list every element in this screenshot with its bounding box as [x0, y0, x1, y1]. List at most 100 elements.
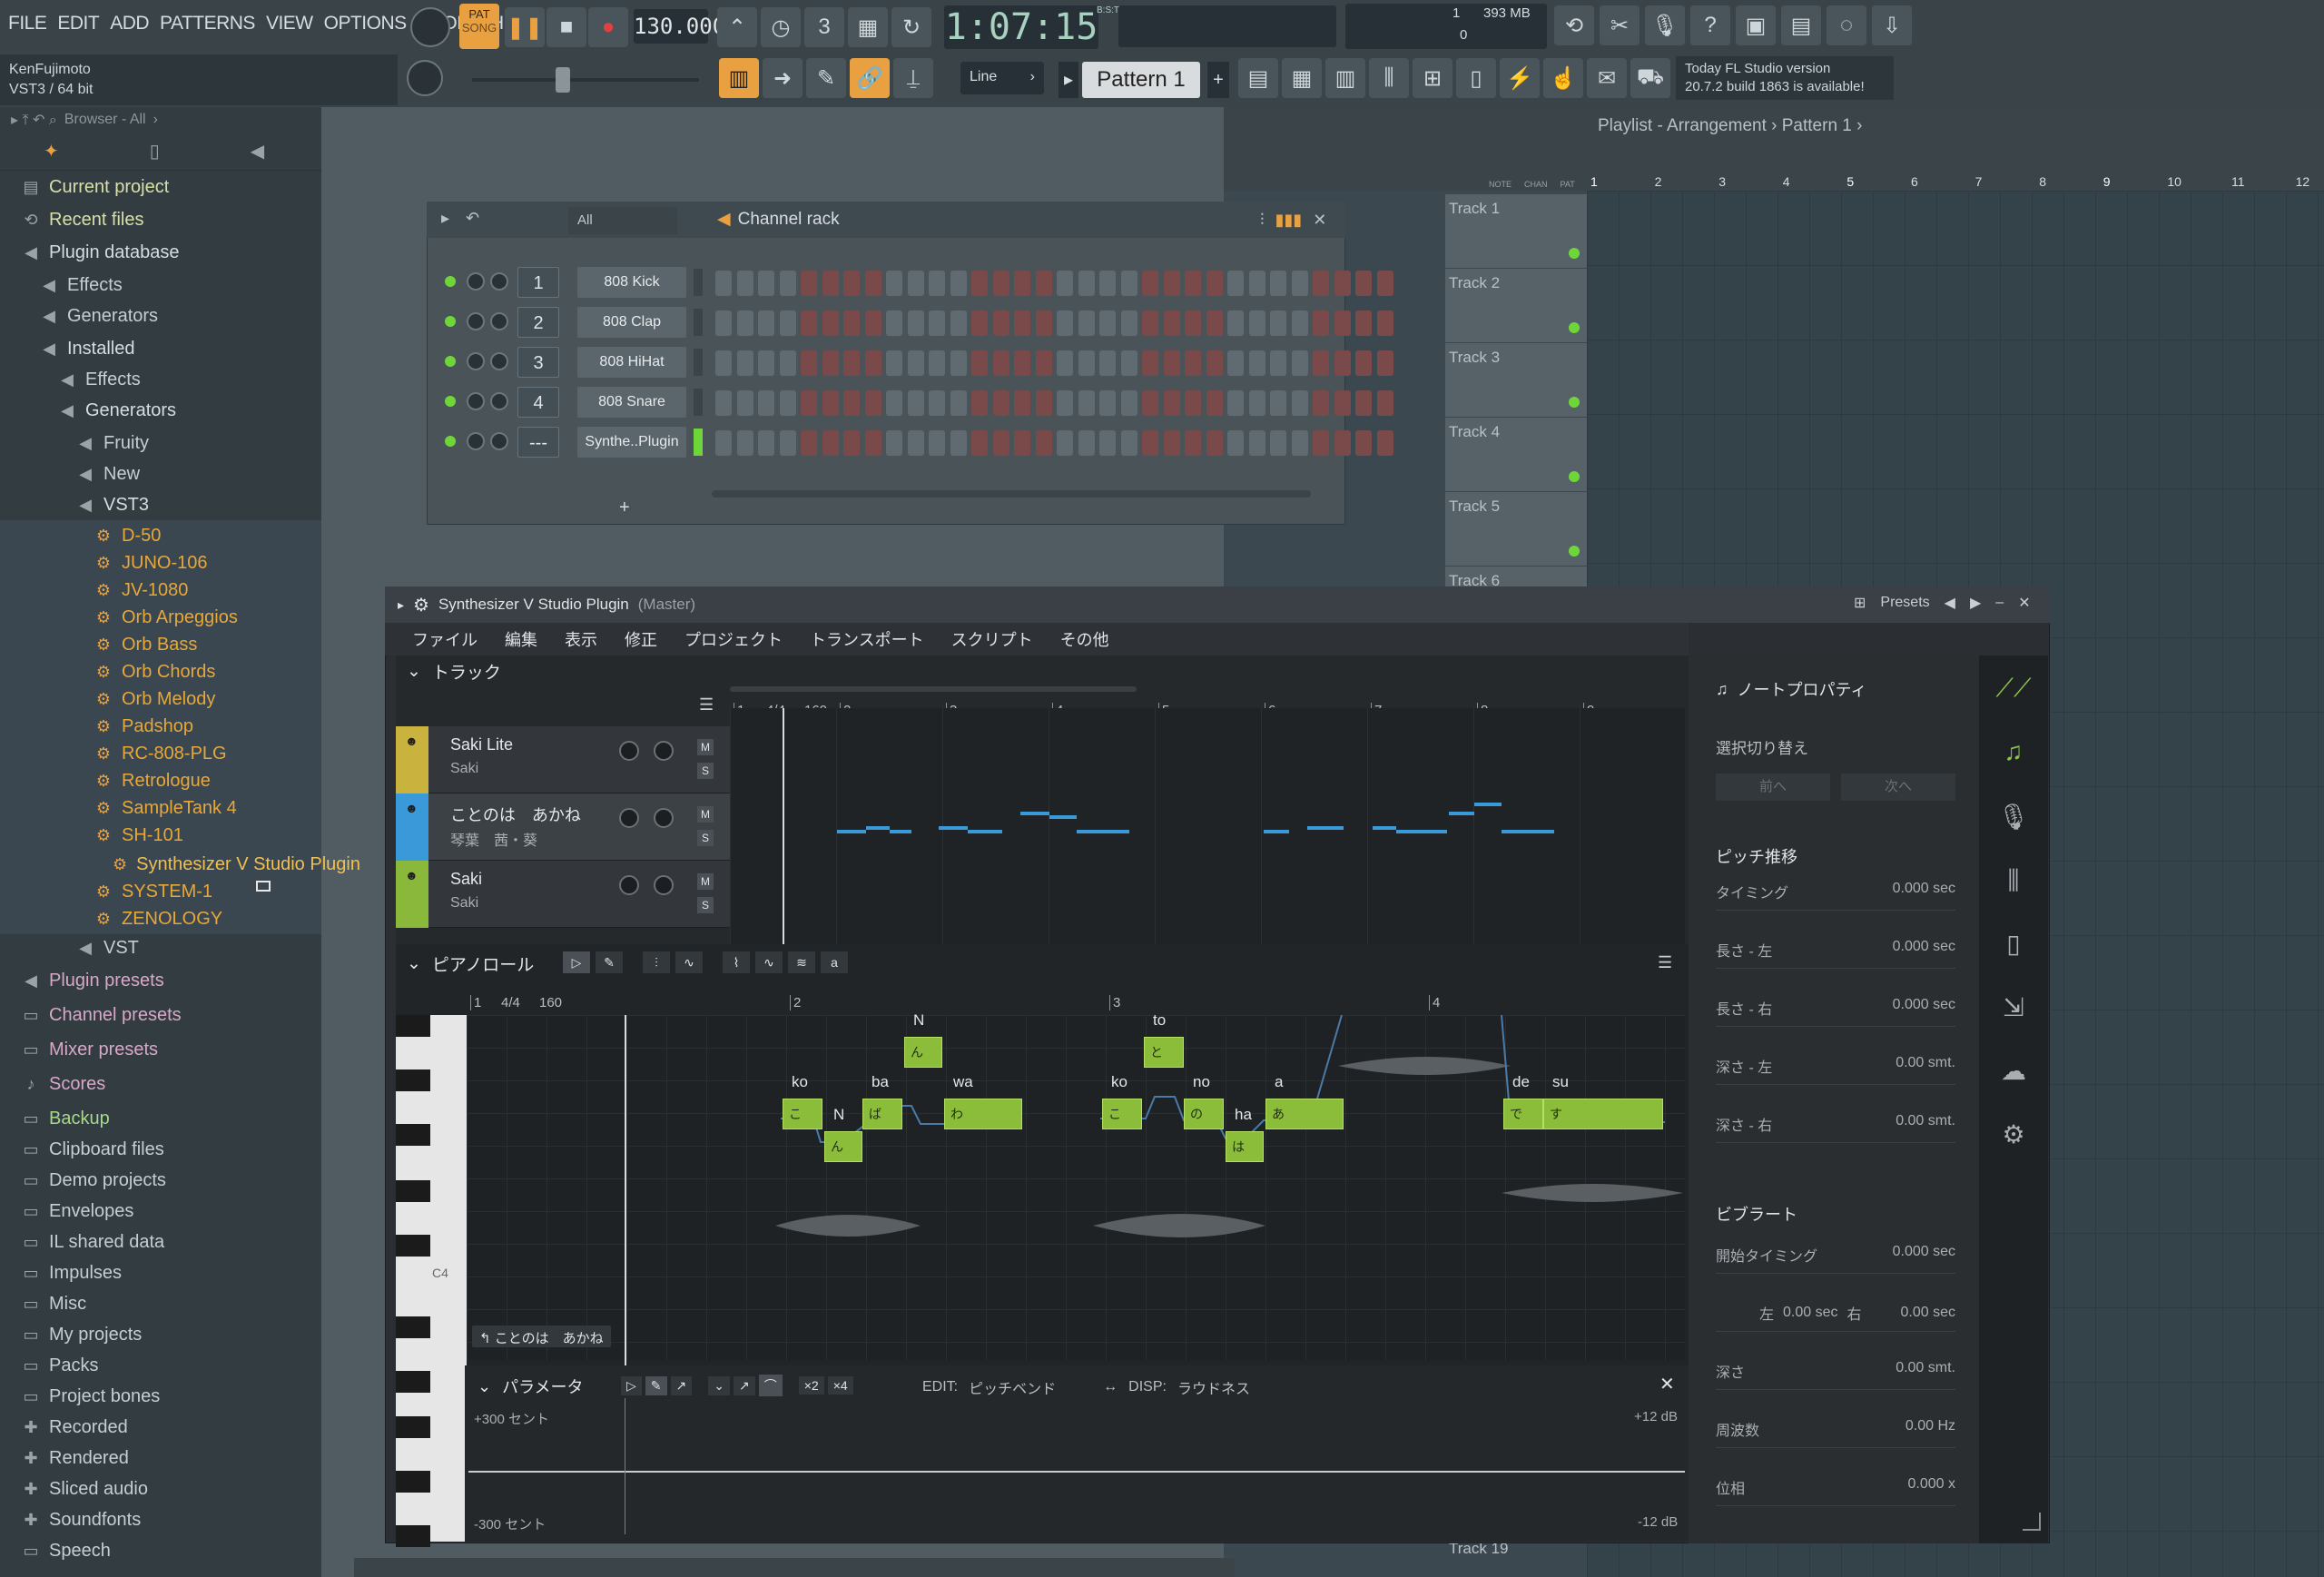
step-button[interactable]: [822, 271, 839, 296]
black-key[interactable]: [396, 1015, 430, 1037]
step-button[interactable]: [1078, 350, 1095, 376]
browser-item[interactable]: ✚ Rendered: [0, 1443, 321, 1474]
curve-icon[interactable]: ∿: [675, 951, 703, 973]
next-note-button[interactable]: 次へ: [1841, 774, 1955, 801]
resize-grip-icon[interactable]: [2023, 1513, 2041, 1531]
step-button[interactable]: [1248, 350, 1265, 376]
step-button[interactable]: [1248, 430, 1265, 456]
step-button[interactable]: [1313, 350, 1329, 376]
edit-param-selector[interactable]: ピッチベンド: [969, 1376, 1056, 1398]
browser-item[interactable]: ◀ VST3: [0, 489, 321, 520]
channel-name-button[interactable]: Synthe..Plugin: [577, 427, 686, 458]
pattern-prev-button[interactable]: ▸: [1059, 62, 1078, 98]
pianoroll-note[interactable]: の: [1184, 1099, 1224, 1129]
browser-item[interactable]: ▭ Backup: [0, 1103, 321, 1134]
quantize-icon[interactable]: ⫶: [643, 951, 670, 973]
pitch-property-row[interactable]: 長さ - 右 0.000 sec: [1716, 997, 1955, 1027]
step-button[interactable]: [886, 271, 902, 296]
library-icon[interactable]: ⫼: [1995, 862, 2032, 899]
channel-mixer-track[interactable]: 3: [517, 347, 559, 378]
step-button[interactable]: [992, 430, 1009, 456]
step-button[interactable]: [1014, 310, 1030, 336]
playlist-track[interactable]: Track 4: [1445, 418, 1587, 492]
zoom-x4-button[interactable]: ×4: [827, 1376, 853, 1395]
track-led[interactable]: [1569, 546, 1580, 557]
step-button[interactable]: [1057, 350, 1073, 376]
pianoroll-note[interactable]: わ: [944, 1099, 1022, 1129]
step-button[interactable]: [864, 430, 881, 456]
cart-icon[interactable]: ⛟: [1630, 58, 1670, 98]
pianoroll-note[interactable]: と: [1144, 1037, 1184, 1068]
property-value[interactable]: 0.00 smt.: [1896, 1055, 1955, 1077]
step-button[interactable]: [1057, 390, 1073, 416]
step-button[interactable]: [1120, 310, 1137, 336]
channel-pan-knob[interactable]: [467, 312, 485, 330]
step-button[interactable]: [801, 390, 817, 416]
pianoroll-note[interactable]: で: [1503, 1099, 1543, 1129]
song-position-display[interactable]: 1:07:15: [944, 5, 1098, 49]
record-button[interactable]: ●: [588, 7, 628, 47]
browser-item[interactable]: ▭ My projects: [0, 1319, 321, 1350]
channel-led[interactable]: [445, 356, 456, 367]
stop-button[interactable]: ■: [547, 7, 586, 47]
save-icon[interactable]: ▣: [1736, 5, 1776, 45]
step-button[interactable]: [971, 271, 988, 296]
step-button[interactable]: [1313, 310, 1329, 336]
step-button[interactable]: [715, 350, 732, 376]
browser-item[interactable]: ⚙ Orb Arpeggios: [0, 602, 321, 633]
browser-item[interactable]: ▭ Demo projects: [0, 1165, 321, 1196]
plugin-picker-icon[interactable]: ⊞: [1413, 58, 1452, 98]
step-button[interactable]: [822, 430, 839, 456]
black-key[interactable]: [396, 1471, 430, 1493]
pianoroll-note[interactable]: あ: [1265, 1099, 1344, 1129]
pianoroll-note[interactable]: す: [1543, 1099, 1663, 1129]
browser-item[interactable]: ⚙ SH-101: [0, 820, 321, 851]
browser-item[interactable]: ▭ IL shared data: [0, 1227, 321, 1257]
playlist-track[interactable]: Track 6: [1445, 567, 1587, 589]
master-slider-handle[interactable]: [556, 67, 570, 93]
browser-item[interactable]: ◀ Generators: [0, 301, 321, 331]
step-button[interactable]: [1334, 271, 1351, 296]
step-button[interactable]: [1014, 390, 1030, 416]
step-button[interactable]: [992, 390, 1009, 416]
step-button[interactable]: [779, 310, 796, 336]
step-button[interactable]: [1334, 390, 1351, 416]
minimize-icon[interactable]: –: [1995, 595, 2004, 611]
step-button[interactable]: [1078, 430, 1095, 456]
step-button[interactable]: [1120, 390, 1137, 416]
track-pan-knob[interactable]: [654, 808, 674, 828]
arrow-icon[interactable]: ▸ ⤒ ↶ ⌕: [11, 111, 57, 129]
vibrato-property-row[interactable]: 位相 0.000 x: [1716, 1476, 1955, 1506]
channel-name-button[interactable]: 808 Kick: [577, 267, 686, 298]
browser-item[interactable]: ✚ Sliced audio: [0, 1474, 321, 1504]
tab-note[interactable]: NOTE: [1489, 180, 1512, 189]
step-button[interactable]: [736, 390, 753, 416]
track-menu-icon[interactable]: ☰: [699, 695, 714, 715]
channel-volume-knob[interactable]: [490, 432, 508, 450]
prev-note-button[interactable]: 前へ: [1716, 774, 1830, 801]
pat-song-toggle[interactable]: PAT SONG: [459, 4, 499, 49]
step-button[interactable]: [1248, 271, 1265, 296]
browser-item[interactable]: ▭ Mixer presets: [0, 1034, 321, 1065]
playlist-track[interactable]: Track 5: [1445, 492, 1587, 567]
pitch-line-icon[interactable]: ∿: [755, 951, 783, 973]
menu-view[interactable]: VIEW: [263, 13, 316, 34]
channel-select[interactable]: [694, 389, 703, 416]
track-gain-knob[interactable]: [619, 808, 639, 828]
step-button[interactable]: [1206, 390, 1223, 416]
property-value[interactable]: 0.00 smt.: [1896, 1113, 1955, 1135]
step-button[interactable]: [1270, 271, 1286, 296]
pianoroll-note[interactable]: ん: [904, 1037, 942, 1068]
menu-patterns[interactable]: PATTERNS: [157, 13, 258, 34]
pianoroll-note[interactable]: こ: [783, 1099, 822, 1129]
black-key[interactable]: [396, 1316, 430, 1338]
step-button[interactable]: [971, 390, 988, 416]
step-button[interactable]: [929, 390, 945, 416]
step-button[interactable]: [907, 350, 924, 376]
tab-chan[interactable]: CHAN: [1524, 180, 1548, 189]
step-button[interactable]: [822, 310, 839, 336]
cut-icon[interactable]: ✂: [1600, 5, 1640, 45]
mute-button[interactable]: M: [697, 806, 714, 823]
step-button[interactable]: [779, 350, 796, 376]
step-button[interactable]: [1376, 430, 1393, 456]
